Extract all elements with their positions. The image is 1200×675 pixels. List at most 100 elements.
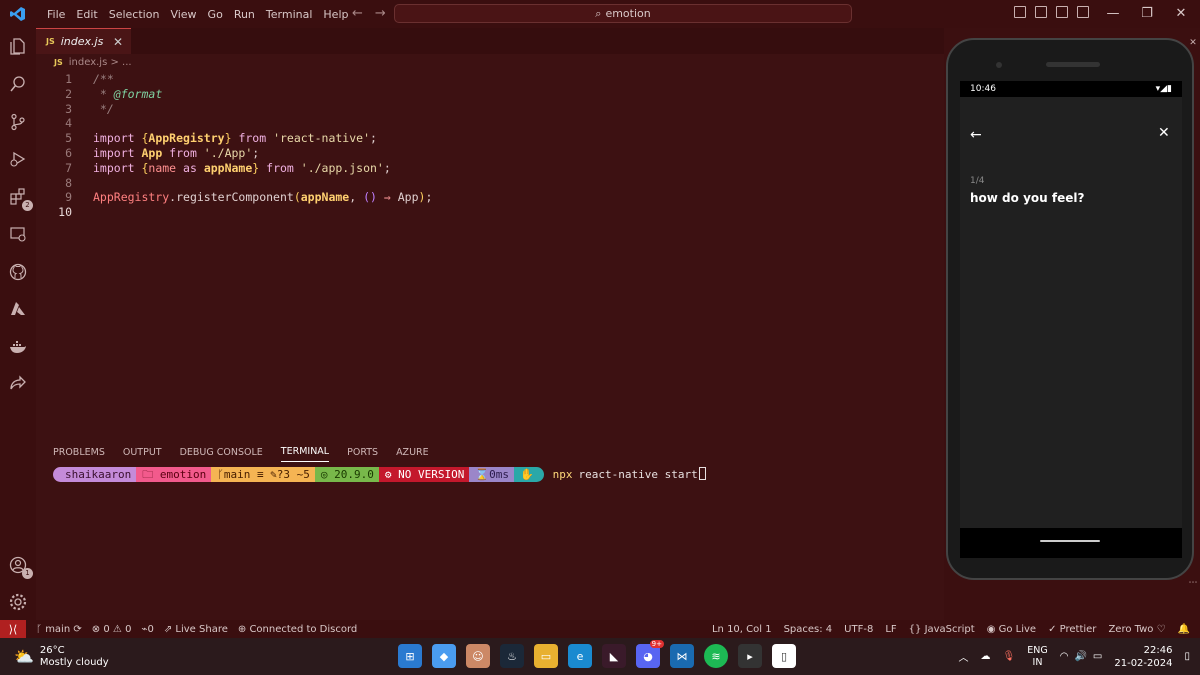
code-editor[interactable]: 1/** 2 * @format 3 */ 4 5 import {AppRegi… xyxy=(36,72,432,220)
accounts-icon[interactable]: 1 xyxy=(8,555,33,579)
file-explorer-icon[interactable]: ▭ xyxy=(534,644,558,668)
extensions-icon[interactable]: 2 xyxy=(8,187,33,211)
menu-help[interactable]: Help xyxy=(323,8,348,21)
tab-debug-console[interactable]: DEBUG CONSOLE xyxy=(180,443,263,462)
microphone-icon[interactable]: 🎙 xyxy=(1003,651,1016,662)
toggle-secondary-sidebar-icon[interactable] xyxy=(1056,6,1068,18)
menu-go[interactable]: Go xyxy=(208,8,223,21)
explorer-icon[interactable] xyxy=(8,36,28,56)
toggle-sidebar-icon[interactable] xyxy=(1014,6,1026,18)
docker-icon[interactable] xyxy=(8,337,28,357)
tab-output[interactable]: OUTPUT xyxy=(123,443,162,462)
minimize-icon[interactable]: — xyxy=(1096,0,1130,28)
emulator-taskbar-icon[interactable]: ▯ xyxy=(772,644,796,668)
source-control-icon[interactable] xyxy=(8,112,28,132)
media-app-icon[interactable]: ◣ xyxy=(602,644,626,668)
weather-condition: Mostly cloudy xyxy=(39,656,109,668)
close-tab-icon[interactable]: ✕ xyxy=(113,35,123,49)
discord-status[interactable]: ⊕ Connected to Discord xyxy=(238,624,357,635)
menu-edit[interactable]: Edit xyxy=(76,8,97,21)
menu-selection[interactable]: Selection xyxy=(109,8,160,21)
prettier-status[interactable]: ✓ Prettier xyxy=(1048,624,1096,635)
command-center[interactable]: ⌕ emotion xyxy=(394,4,852,23)
problems-status[interactable]: ⊗ 0 ⚠ 0 xyxy=(92,624,132,635)
azure-icon[interactable] xyxy=(8,299,28,319)
menu-run[interactable]: Run xyxy=(234,8,255,21)
live-share-icon[interactable] xyxy=(8,374,28,394)
vscode-taskbar-icon[interactable]: ⋈ xyxy=(670,644,694,668)
run-debug-icon[interactable] xyxy=(8,149,28,169)
cursor-position[interactable]: Ln 10, Col 1 xyxy=(712,624,772,635)
customize-layout-icon[interactable] xyxy=(1077,6,1089,18)
edge-browser-icon[interactable]: e xyxy=(568,644,592,668)
discord-icon[interactable]: ◕ 9+ xyxy=(636,640,664,668)
back-arrow-icon[interactable]: ← xyxy=(352,6,363,21)
tab-ports[interactable]: PORTS xyxy=(347,443,378,462)
emulator-close-icon[interactable]: ✕ xyxy=(1189,38,1197,48)
tray-overflow-icon[interactable]: ︿ xyxy=(959,649,969,664)
editor-tab-index-js[interactable]: JS index.js ✕ xyxy=(36,28,131,54)
phone-screen[interactable]: 10:46 ▾◢▮ ← ✕ 1/4 how do you feel? xyxy=(960,81,1182,528)
breadcrumb[interactable]: JS index.js > ... xyxy=(36,54,944,70)
indentation[interactable]: Spaces: 4 xyxy=(784,624,833,635)
emulator-more-icon[interactable]: ⋯ xyxy=(1189,578,1198,588)
liveshare-status[interactable]: ⇗ Live Share xyxy=(164,624,228,635)
wifi-icon[interactable]: ◠ xyxy=(1060,651,1069,662)
ports-status[interactable]: ⌁0 xyxy=(141,624,153,635)
go-live[interactable]: ◉ Go Live xyxy=(987,624,1036,635)
github-icon[interactable] xyxy=(8,262,28,282)
code-line: 2 * @format xyxy=(36,87,432,102)
lang-primary: ENG xyxy=(1027,644,1048,656)
punct: . xyxy=(169,190,177,205)
clock-time: 22:46 xyxy=(1143,644,1173,656)
tab-terminal[interactable]: TERMINAL xyxy=(280,442,330,462)
remote-explorer-icon[interactable] xyxy=(8,224,28,244)
encoding[interactable]: UTF-8 xyxy=(844,624,873,635)
liveshare-label: Live Share xyxy=(175,623,228,635)
timer-icon: ⌛ xyxy=(475,468,490,481)
restore-icon[interactable]: ❐ xyxy=(1130,0,1164,28)
tab-azure[interactable]: AZURE xyxy=(396,443,429,462)
notifications-icon[interactable]: 🔔 xyxy=(1178,624,1190,635)
volume-icon[interactable]: 🔊 xyxy=(1074,651,1086,662)
steam-icon[interactable]: ♨ xyxy=(500,644,524,668)
menu-terminal[interactable]: Terminal xyxy=(266,8,313,21)
close-window-icon[interactable]: ✕ xyxy=(1164,0,1198,28)
branch-label: main xyxy=(45,623,71,635)
menu-file[interactable]: File xyxy=(47,8,65,21)
phone-signal-icon: ▾◢▮ xyxy=(1155,84,1172,94)
phone-camera xyxy=(996,62,1002,68)
weather-widget[interactable]: ⛅ 26°C Mostly cloudy xyxy=(14,645,109,669)
spotify-icon[interactable]: ≋ xyxy=(704,644,728,668)
clock[interactable]: 22:46 21-02-2024 xyxy=(1114,644,1172,670)
terminal-prompt[interactable]: shaikaaron 🗀 emotion ᚴmain ≡ ✎?3 ~5 ◎ 20… xyxy=(53,467,706,482)
start-windows-icon[interactable]: ⊞ xyxy=(398,644,422,668)
battery-icon[interactable]: ▭ xyxy=(1093,651,1102,662)
theme-status[interactable]: Zero Two ♡ xyxy=(1108,624,1165,635)
home-indicator[interactable] xyxy=(1040,540,1100,542)
punct: ; xyxy=(383,160,391,175)
menu-view[interactable]: View xyxy=(170,8,196,21)
manage-gear-icon[interactable] xyxy=(8,592,28,612)
paint-app-icon[interactable]: ◆ xyxy=(432,644,456,668)
search-icon[interactable] xyxy=(8,74,28,94)
terminal-icon[interactable]: ▸ xyxy=(738,644,762,668)
vscode-logo-icon[interactable] xyxy=(0,0,36,28)
remote-indicator-icon[interactable]: ⟩⟨ xyxy=(0,620,26,638)
forward-arrow-icon[interactable]: → xyxy=(375,6,386,21)
language-mode[interactable]: {} JavaScript xyxy=(909,624,975,635)
line-ending[interactable]: LF xyxy=(885,624,896,635)
branch-status[interactable]: ᚴ main ⟳ xyxy=(36,624,82,635)
terminal-command-args: react-native start xyxy=(578,468,698,481)
onedrive-cloud-icon[interactable]: ☁ xyxy=(981,651,991,662)
toggle-panel-icon[interactable] xyxy=(1035,6,1047,18)
bracket: () xyxy=(363,190,377,205)
close-icon[interactable]: ✕ xyxy=(1158,125,1170,141)
back-arrow-icon[interactable]: ← xyxy=(970,127,982,143)
tab-problems[interactable]: PROBLEMS xyxy=(53,443,105,462)
property: name xyxy=(148,160,177,175)
notification-center-icon[interactable]: ▯ xyxy=(1184,651,1190,662)
prompt-folder-label: emotion xyxy=(159,468,207,481)
anime-app-icon[interactable]: ☺ xyxy=(466,644,490,668)
language-indicator[interactable]: ENG IN xyxy=(1027,645,1047,669)
